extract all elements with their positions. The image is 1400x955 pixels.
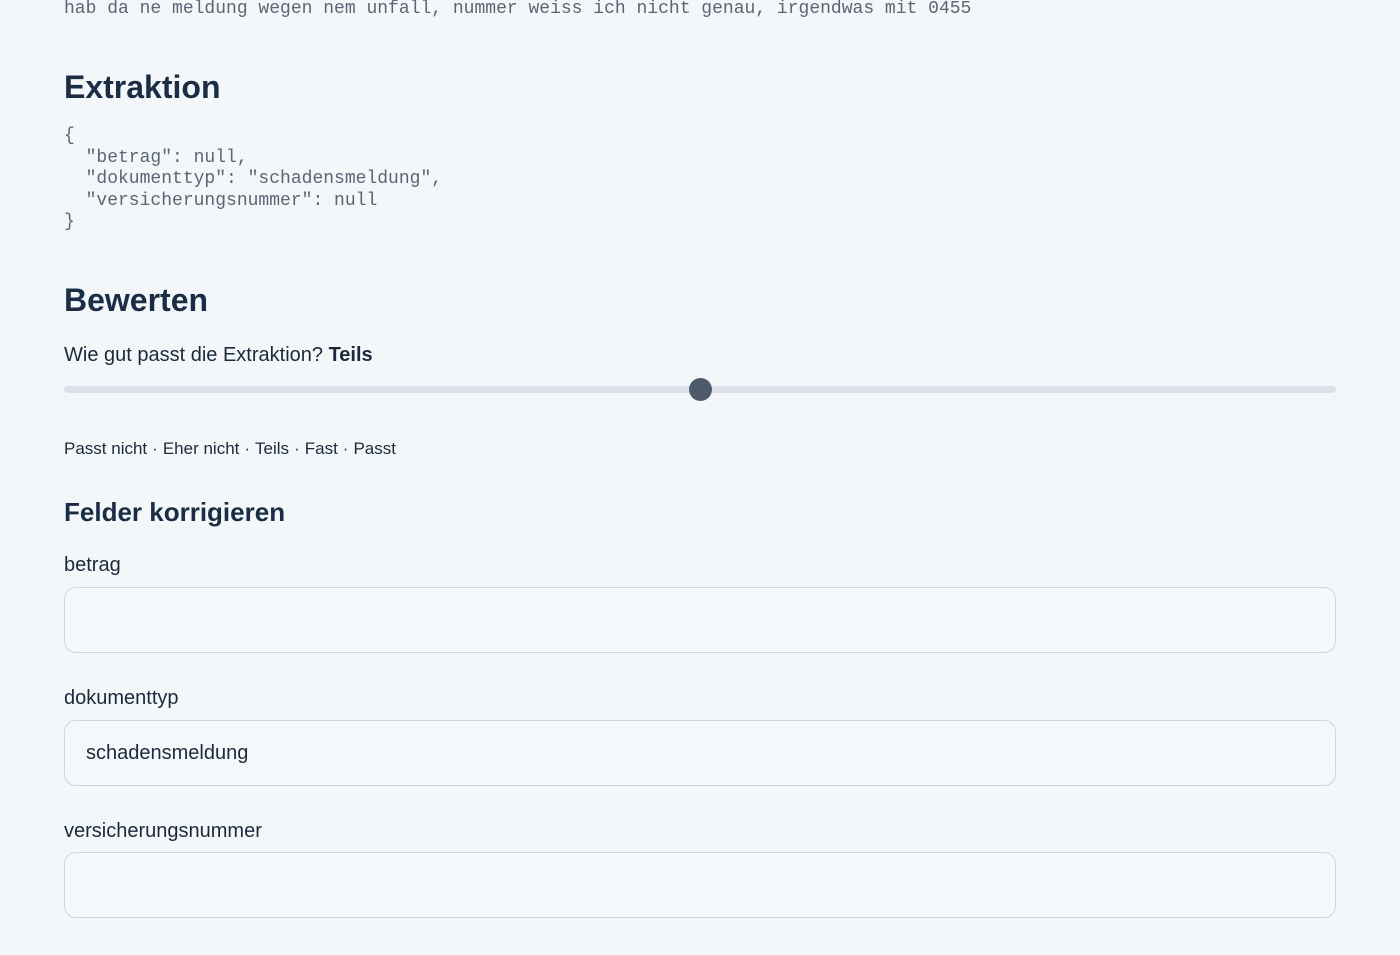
field-label-dokumenttyp: dokumenttyp [64, 687, 179, 709]
dokumenttyp-input[interactable] [64, 720, 1336, 786]
versicherungsnummer-input[interactable] [64, 852, 1336, 918]
scale-separator: · [294, 439, 300, 458]
extraction-json: { "betrag": null, "dokumenttyp": "schade… [64, 126, 443, 232]
scale-label: Fast [304, 439, 338, 458]
scale-separator: · [152, 439, 158, 458]
rating-heading: Bewerten [64, 282, 209, 318]
fields-heading: Felder korrigieren [64, 497, 286, 527]
scale-label: Eher nicht [162, 439, 240, 458]
scale-label: Teils [255, 439, 290, 458]
scale-label: Passt [353, 439, 396, 458]
rating-slider[interactable] [64, 378, 1336, 402]
slider-thumb[interactable] [688, 378, 712, 401]
betrag-input[interactable] [64, 587, 1336, 653]
rating-scale-labels: Passt nicht · Eher nicht · Teils · Fast · Passt [64, 439, 396, 459]
scale-label: Passt nicht [64, 439, 148, 458]
scale-separator: · [244, 439, 251, 458]
extraction-heading: Extraktion [64, 69, 221, 105]
rating-question-text: Wie gut passt die Extraktion? [64, 344, 324, 366]
field-label-betrag: betrag [64, 554, 121, 576]
rating-question: Wie gut passt die Extraktion? Teils [64, 343, 373, 367]
rating-current-value: Teils [328, 344, 373, 366]
scale-separator: · [342, 439, 349, 458]
source-text: hab da ne meldung wegen nem unfall, numm… [64, 0, 972, 19]
field-label-versicherungsnummer: versicherungsnummer [64, 820, 262, 842]
